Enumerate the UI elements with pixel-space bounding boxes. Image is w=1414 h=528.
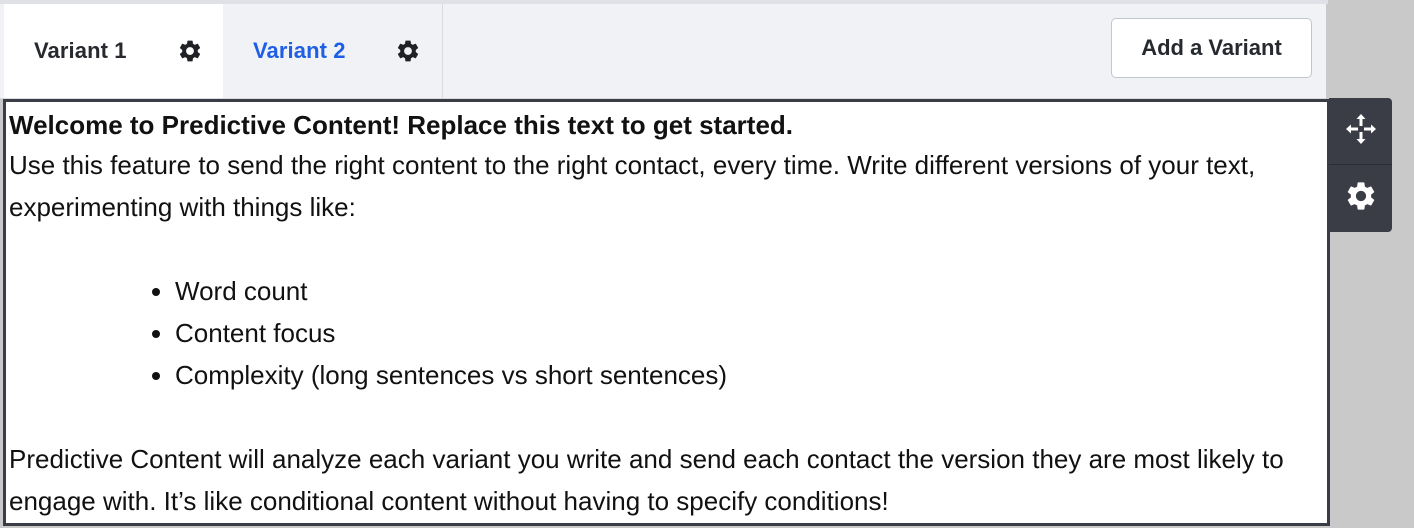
tab-variant-2-label: Variant 2 xyxy=(253,38,346,63)
feature-list: Word count Content focus Complexity (lon… xyxy=(9,270,1327,396)
gear-icon xyxy=(1344,179,1378,218)
variant-tabs-bar: Variant 1 Variant 2 Add a Variant xyxy=(0,4,1326,99)
list-item: Word count xyxy=(175,270,1327,312)
editor-heading: Welcome to Predictive Content! Replace t… xyxy=(9,110,794,140)
tab-variant-2[interactable]: Variant 2 xyxy=(223,4,443,98)
editor-intro-text: Use this feature to send the right conte… xyxy=(9,150,1256,222)
list-item: Complexity (long sentences vs short sent… xyxy=(175,354,1327,396)
content-editor[interactable]: Welcome to Predictive Content! Replace t… xyxy=(3,99,1330,526)
block-settings-button[interactable] xyxy=(1329,165,1392,231)
list-item: Content focus xyxy=(175,312,1327,354)
tab-variant-1[interactable]: Variant 1 xyxy=(4,4,223,98)
tab-variant-1-label: Variant 1 xyxy=(34,38,127,63)
gear-icon[interactable] xyxy=(176,37,204,65)
block-tools-panel xyxy=(1329,98,1392,232)
predictive-content-editor: Variant 1 Variant 2 Add a Variant Welcom… xyxy=(0,0,1414,528)
editor-closing-text: Predictive Content will analyze each var… xyxy=(9,444,1284,516)
add-variant-button[interactable]: Add a Variant xyxy=(1111,18,1312,78)
gear-icon[interactable] xyxy=(394,37,422,65)
move-block-button[interactable] xyxy=(1329,98,1392,164)
move-arrows-icon xyxy=(1343,111,1379,152)
